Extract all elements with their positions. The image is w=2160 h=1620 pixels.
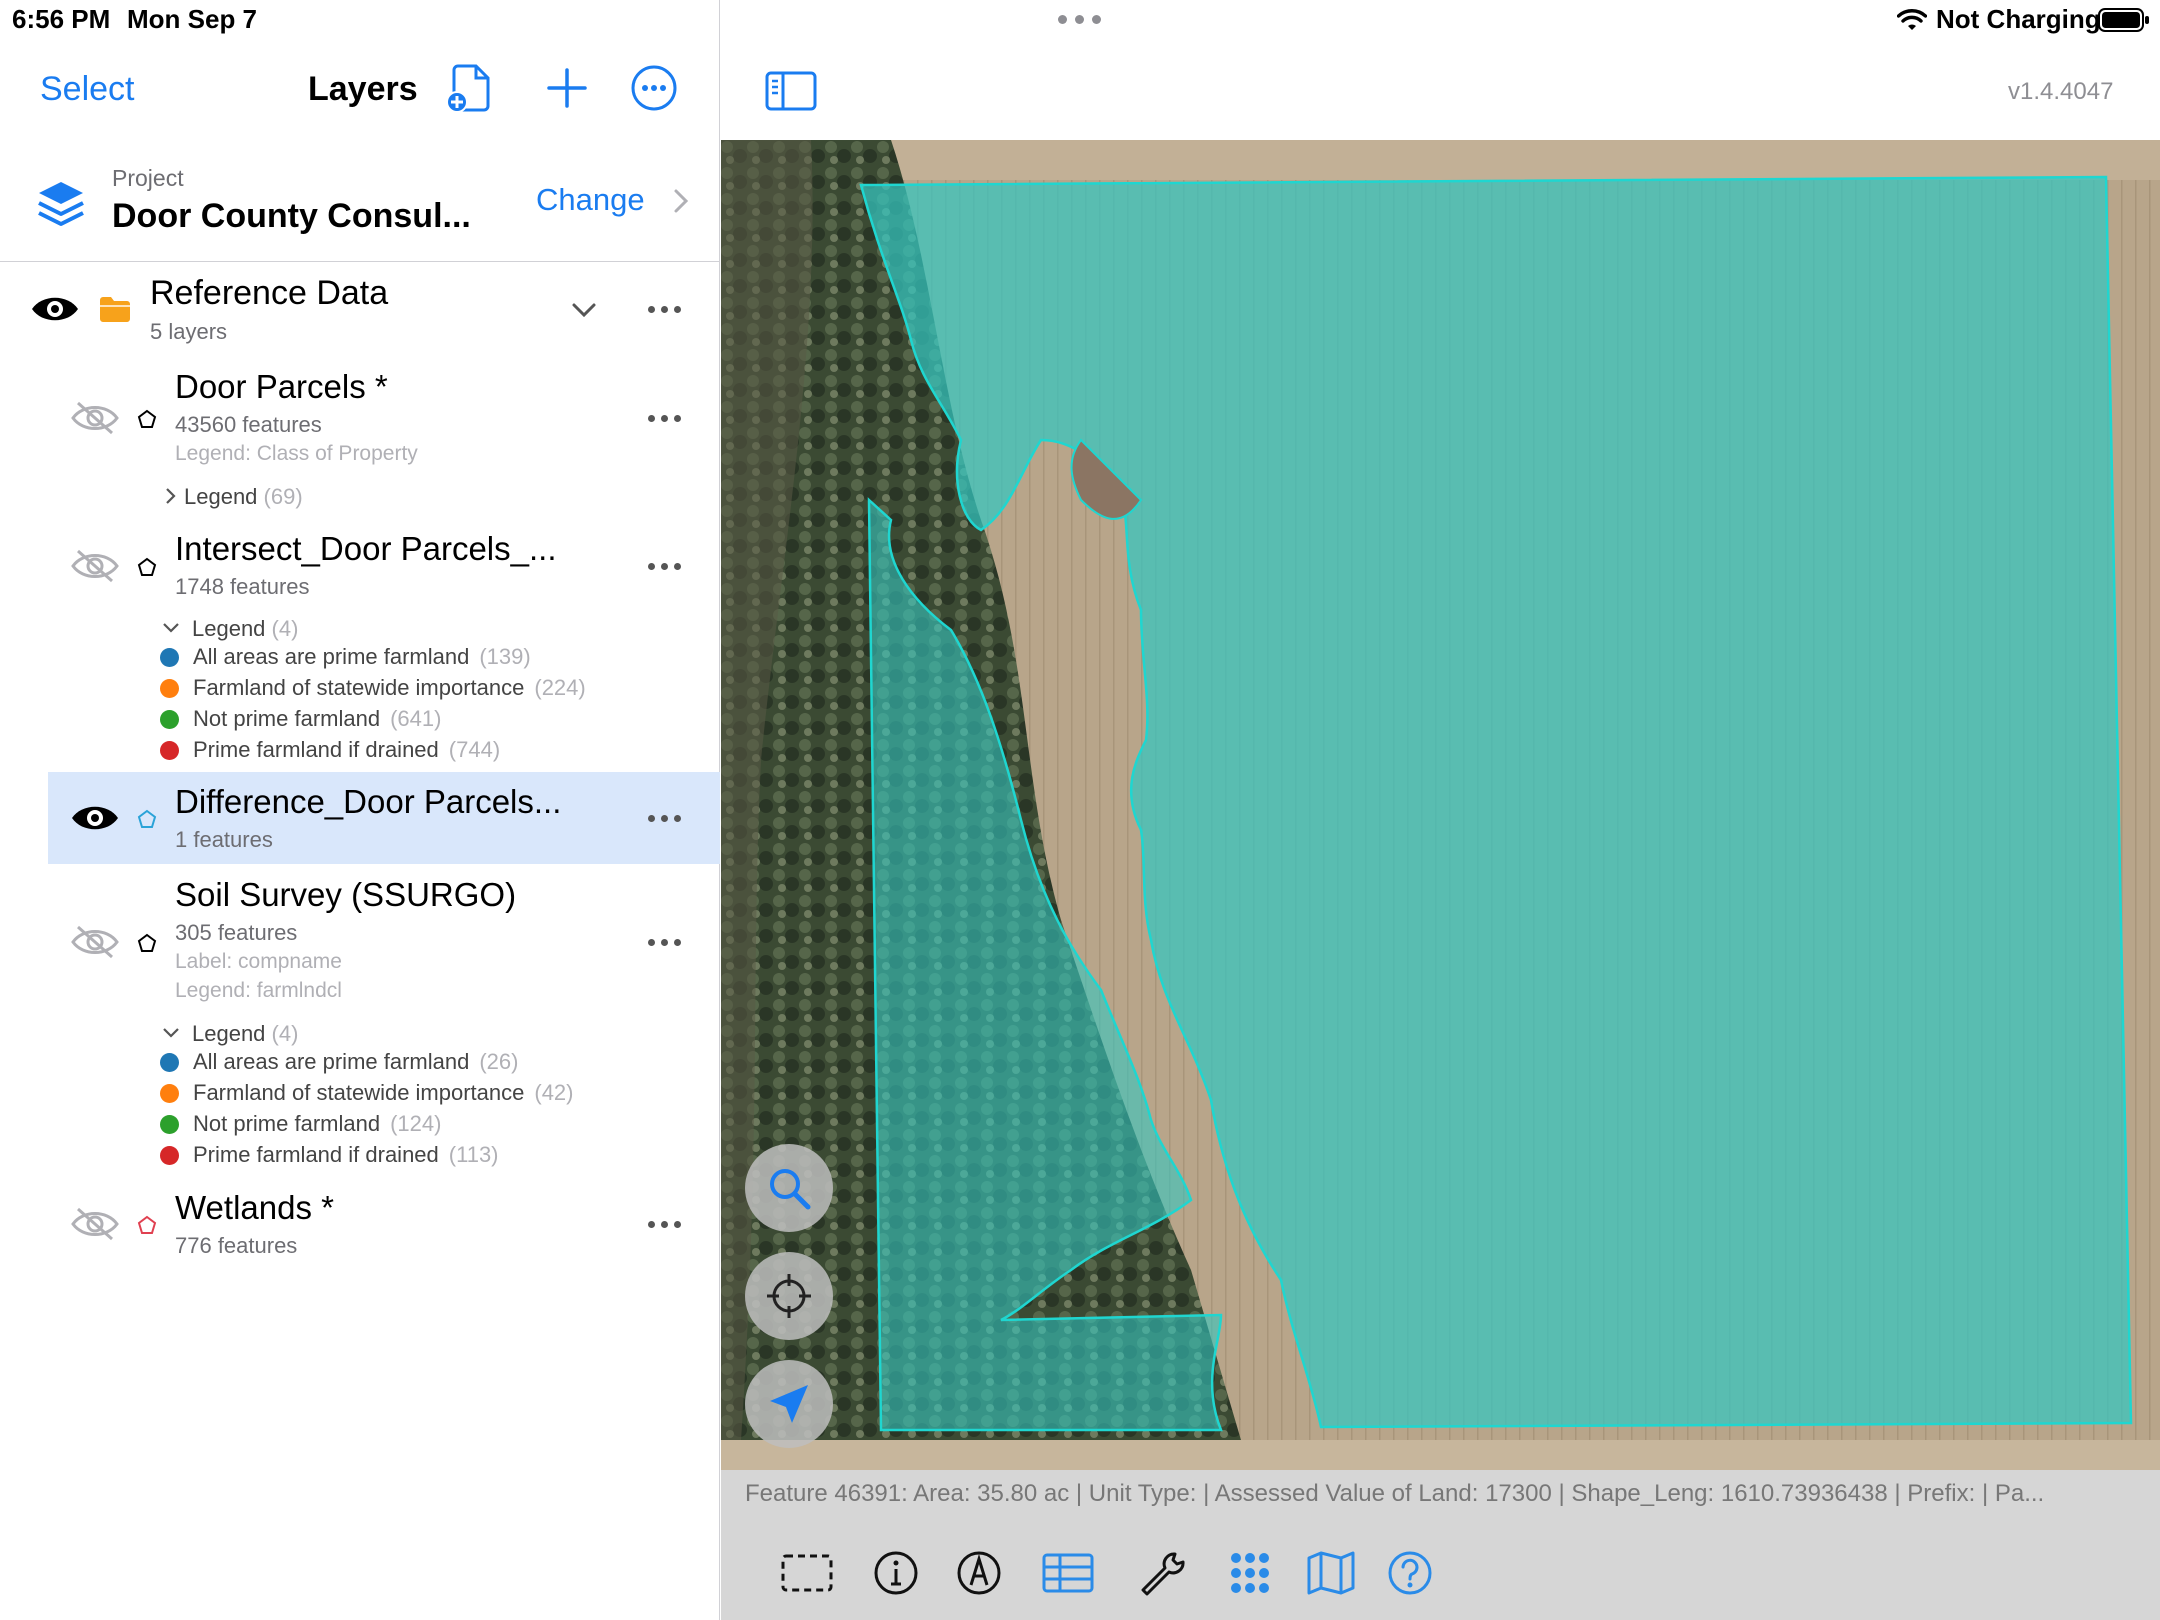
change-project-button[interactable]: Change [536, 182, 645, 218]
chevron-down-icon[interactable] [161, 1023, 181, 1043]
table-icon[interactable] [1040, 1548, 1096, 1598]
recenter-button[interactable] [745, 1252, 833, 1340]
info-icon[interactable] [868, 1548, 924, 1598]
layer-feature-count: 1 features [175, 827, 273, 852]
layer-more-button[interactable] [648, 563, 682, 573]
layer-feature-count: 776 features [175, 1233, 298, 1258]
location-button[interactable] [745, 1360, 833, 1448]
eye-slash-icon[interactable] [70, 400, 120, 436]
eye-icon[interactable] [70, 800, 120, 836]
battery-icon [2098, 8, 2149, 32]
eye-slash-icon[interactable] [70, 924, 120, 960]
location-arrow-icon [770, 1385, 808, 1423]
legend-toggle[interactable]: Legend (69) [184, 484, 303, 510]
group-title: Reference Data [150, 274, 389, 312]
page-title: Layers [308, 70, 418, 108]
legend-toggle[interactable]: Legend (4) [192, 616, 298, 642]
layer-feature-count: 1748 features [175, 574, 310, 599]
layer-more-button[interactable] [648, 415, 682, 425]
map-view[interactable] [721, 140, 2160, 1470]
legend-item: Not prime farmland (641) [160, 706, 441, 732]
pen-icon[interactable] [951, 1548, 1007, 1598]
status-bar: 6:56 PM Mon Sep 7 Not Charging [0, 0, 2160, 40]
sidebar-toggle-icon[interactable] [764, 70, 818, 112]
legend-item: Not prime farmland (124) [160, 1111, 441, 1137]
layer-more-button[interactable] [648, 815, 682, 825]
layers-sidebar: Select Layers Project Door County Consul… [0, 0, 720, 1620]
group-more-button[interactable] [648, 306, 682, 316]
chevron-right-icon[interactable] [670, 186, 692, 216]
layer-title[interactable]: Intersect_Door Parcels_... [175, 530, 557, 568]
project-name: Door County Consul... [112, 197, 471, 235]
legend-item: Farmland of statewide importance (42) [160, 1080, 574, 1106]
more-circle-icon[interactable] [628, 62, 680, 114]
eye-icon[interactable] [30, 292, 80, 326]
map-icon[interactable] [1303, 1548, 1359, 1598]
select-rectangle-icon[interactable] [779, 1548, 835, 1598]
layer-feature-count: 305 features [175, 920, 298, 945]
help-icon[interactable] [1382, 1548, 1438, 1598]
chevron-down-icon[interactable] [161, 618, 181, 638]
polygon-icon [137, 409, 157, 428]
search-button[interactable] [745, 1144, 833, 1232]
layer-more-button[interactable] [648, 939, 682, 949]
multitasking-dots-icon[interactable] [1058, 15, 1102, 25]
project-label: Project [112, 165, 184, 191]
legend-item: Prime farmland if drained (113) [160, 1142, 499, 1168]
polygon-icon [137, 557, 157, 576]
polygon-icon [137, 1215, 157, 1234]
wifi-icon [1897, 9, 1927, 30]
polygon-icon [137, 933, 157, 952]
layer-legend-field: Legend: farmlndcl [175, 979, 342, 1002]
layer-title[interactable]: Wetlands * [175, 1189, 334, 1227]
folder-icon [100, 297, 130, 322]
plus-icon[interactable] [541, 62, 593, 114]
status-time: 6:56 PM [12, 4, 111, 34]
group-subtitle: 5 layers [150, 319, 228, 344]
polygon-icon [137, 809, 157, 828]
layer-title[interactable]: Door Parcels * [175, 368, 388, 406]
select-button[interactable]: Select [40, 70, 135, 109]
legend-toggle[interactable]: Legend (4) [192, 1021, 298, 1047]
feature-attribute-bar[interactable]: Feature 46391: Area: 35.80 ac | Unit Typ… [721, 1470, 2160, 1520]
chevron-down-icon[interactable] [570, 300, 598, 320]
layer-title[interactable]: Difference_Door Parcels... [175, 783, 561, 821]
new-document-icon[interactable] [444, 62, 496, 114]
wrench-icon[interactable] [1133, 1548, 1189, 1598]
layer-feature-count: 43560 features [175, 412, 322, 437]
status-date: Mon Sep 7 [127, 4, 258, 34]
app-version: v1.4.4047 [2008, 78, 2114, 105]
layer-title[interactable]: Soil Survey (SSURGO) [175, 876, 516, 914]
legend-item: All areas are prime farmland (139) [160, 644, 531, 670]
legend-item: Prime farmland if drained (744) [160, 737, 500, 763]
grid-icon[interactable] [1222, 1548, 1278, 1598]
layers-stack-icon [38, 182, 84, 226]
feature-attribute-text: Feature 46391: Area: 35.80 ac | Unit Typ… [745, 1480, 2045, 1507]
battery-status-text: Not Charging [1936, 4, 2101, 34]
crosshair-icon [767, 1274, 811, 1318]
bottom-toolbar [721, 1520, 2160, 1620]
layer-label-field: Label: compname [175, 950, 342, 973]
legend-item: All areas are prime farmland (26) [160, 1049, 518, 1075]
layer-more-button[interactable] [648, 1221, 682, 1231]
eye-slash-icon[interactable] [70, 1206, 120, 1242]
divider [0, 261, 720, 262]
legend-item: Farmland of statewide importance (224) [160, 675, 586, 701]
eye-slash-icon[interactable] [70, 548, 120, 584]
chevron-right-icon[interactable] [161, 486, 181, 506]
search-icon [770, 1169, 811, 1210]
layer-legend-field: Legend: Class of Property [175, 442, 418, 465]
